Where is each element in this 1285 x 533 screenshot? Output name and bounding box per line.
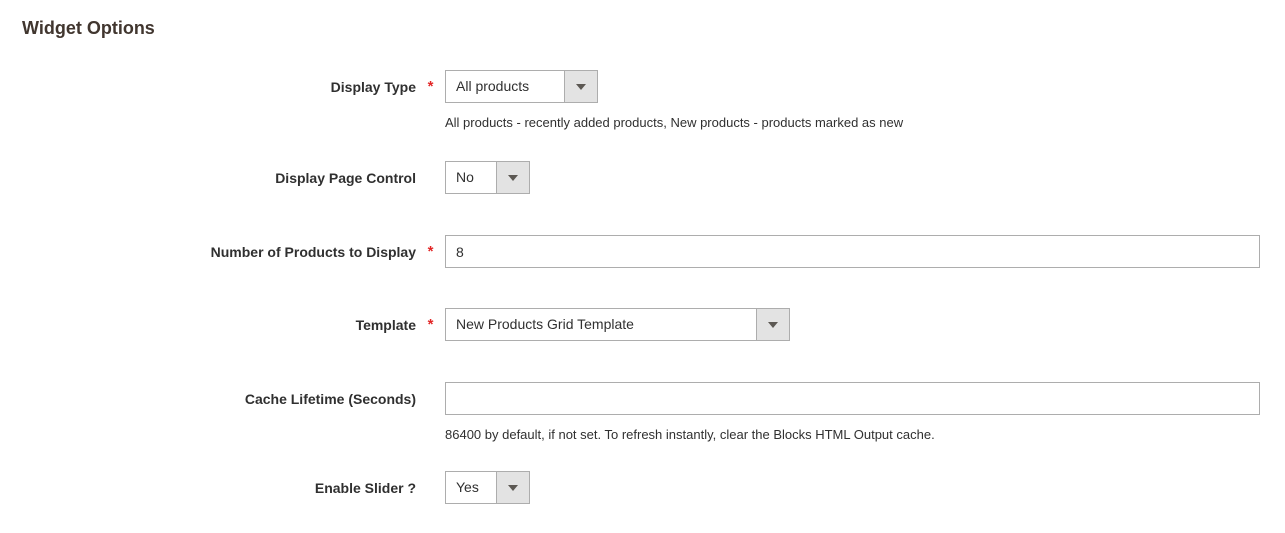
enable-slider-select-value: Yes bbox=[446, 472, 496, 503]
enable-slider-label: Enable Slider ? bbox=[315, 480, 416, 496]
field-row-cache-lifetime: Cache Lifetime (Seconds) 86400 by defaul… bbox=[0, 382, 1285, 443]
template-dropdown-button[interactable] bbox=[756, 309, 789, 340]
display-type-note: All products - recently added products, … bbox=[445, 115, 1260, 131]
display-type-dropdown-button[interactable] bbox=[564, 71, 597, 102]
required-asterisk: * bbox=[428, 78, 434, 95]
caret-down-icon bbox=[508, 175, 518, 181]
template-select-value: New Products Grid Template bbox=[446, 309, 756, 340]
products-count-label: Number of Products to Display bbox=[211, 244, 416, 260]
field-row-enable-slider: Enable Slider ? Yes bbox=[0, 471, 1285, 504]
template-select[interactable]: New Products Grid Template bbox=[445, 308, 790, 341]
caret-down-icon bbox=[768, 322, 778, 328]
caret-down-icon bbox=[576, 84, 586, 90]
required-asterisk: * bbox=[428, 243, 434, 260]
enable-slider-select[interactable]: Yes bbox=[445, 471, 530, 504]
products-count-input[interactable] bbox=[445, 235, 1260, 268]
template-label: Template bbox=[356, 317, 416, 333]
display-page-control-label: Display Page Control bbox=[275, 170, 416, 186]
page-title: Widget Options bbox=[0, 0, 1285, 40]
field-row-template: Template * New Products Grid Template bbox=[0, 308, 1285, 341]
cache-lifetime-input[interactable] bbox=[445, 382, 1260, 415]
display-type-select[interactable]: All products bbox=[445, 70, 598, 103]
display-type-label: Display Type bbox=[331, 79, 416, 95]
cache-lifetime-label: Cache Lifetime (Seconds) bbox=[245, 391, 416, 407]
caret-down-icon bbox=[508, 485, 518, 491]
display-page-control-dropdown-button[interactable] bbox=[496, 162, 529, 193]
widget-options-panel: Widget Options Display Type * All produc… bbox=[0, 0, 1285, 533]
display-type-select-value: All products bbox=[446, 71, 564, 102]
cache-lifetime-note: 86400 by default, if not set. To refresh… bbox=[445, 427, 1260, 443]
field-row-display-type: Display Type * All products All products… bbox=[0, 70, 1285, 131]
display-page-control-select[interactable]: No bbox=[445, 161, 530, 194]
display-page-control-select-value: No bbox=[446, 162, 496, 193]
required-asterisk: * bbox=[428, 316, 434, 333]
enable-slider-dropdown-button[interactable] bbox=[496, 472, 529, 503]
field-row-display-page-control: Display Page Control No bbox=[0, 161, 1285, 194]
field-row-products-count: Number of Products to Display * bbox=[0, 235, 1285, 268]
